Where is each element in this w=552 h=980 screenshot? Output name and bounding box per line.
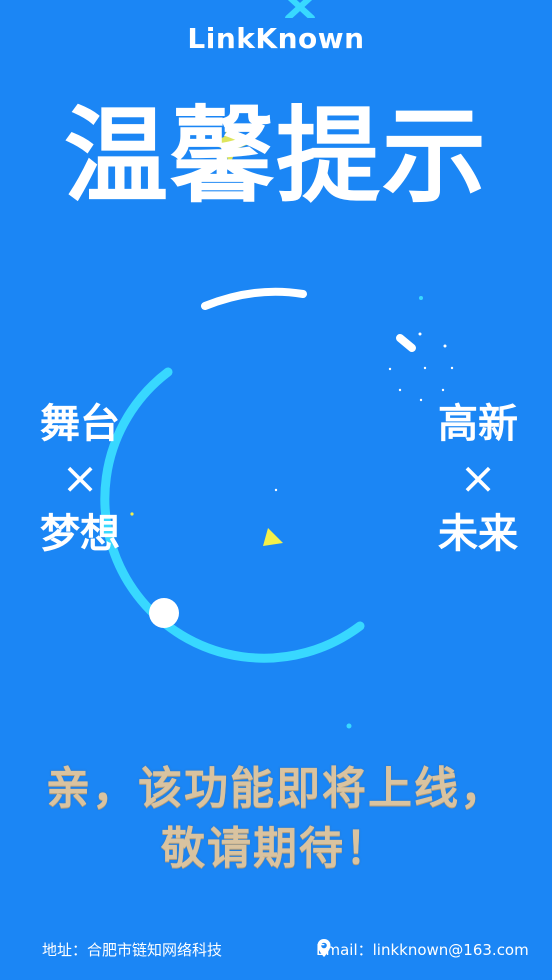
left-slogan-top: 舞台 (40, 401, 120, 447)
left-slogan-bottom: 梦想 (40, 511, 120, 557)
cross-decoration-icon (285, 0, 315, 18)
left-slogan-cross: × (61, 453, 99, 504)
right-slogan-cross: × (459, 453, 497, 504)
right-slogan-bottom: 未来 (438, 511, 518, 557)
coming-soon-message-line1: 亲，该功能即将上线， (46, 763, 506, 814)
coming-soon-message-line2: 敬请期待！ (161, 823, 391, 874)
brand-name: LinkKnown (187, 22, 365, 55)
footer-email: Email：linkknown@163.com (316, 941, 529, 959)
left-slogan: 舞台 × 梦想 (20, 396, 140, 562)
footer-address: 地址：合肥市链知网络科技 (42, 941, 223, 959)
dot-decoration (346, 723, 352, 729)
page-title: 温馨提示 (63, 95, 488, 217)
right-slogan-top: 高新 (438, 401, 518, 447)
right-slogan: 高新 × 未来 (418, 396, 538, 562)
